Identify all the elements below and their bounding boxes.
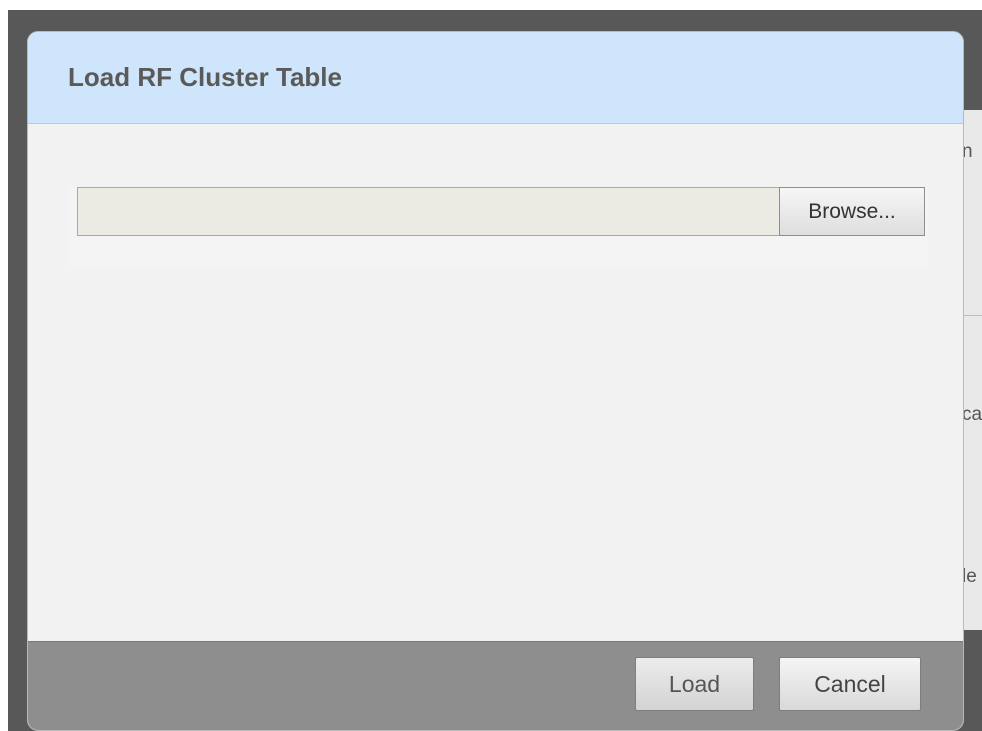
dialog-header: Load RF Cluster Table (28, 32, 963, 124)
browse-button[interactable]: Browse... (779, 187, 925, 236)
dialog-footer: Load Cancel (28, 641, 963, 730)
cancel-button[interactable]: Cancel (779, 657, 921, 711)
load-rf-cluster-table-dialog: Load RF Cluster Table Browse... Load Can… (27, 31, 964, 731)
file-input-row: Browse... (68, 187, 928, 267)
file-path-field[interactable] (77, 187, 780, 236)
dialog-title: Load RF Cluster Table (68, 62, 342, 92)
background-text-fragment: le (962, 566, 977, 587)
dialog-body: Browse... (28, 124, 963, 641)
background-text-fragment: ca (962, 404, 982, 425)
load-button[interactable]: Load (635, 657, 754, 711)
